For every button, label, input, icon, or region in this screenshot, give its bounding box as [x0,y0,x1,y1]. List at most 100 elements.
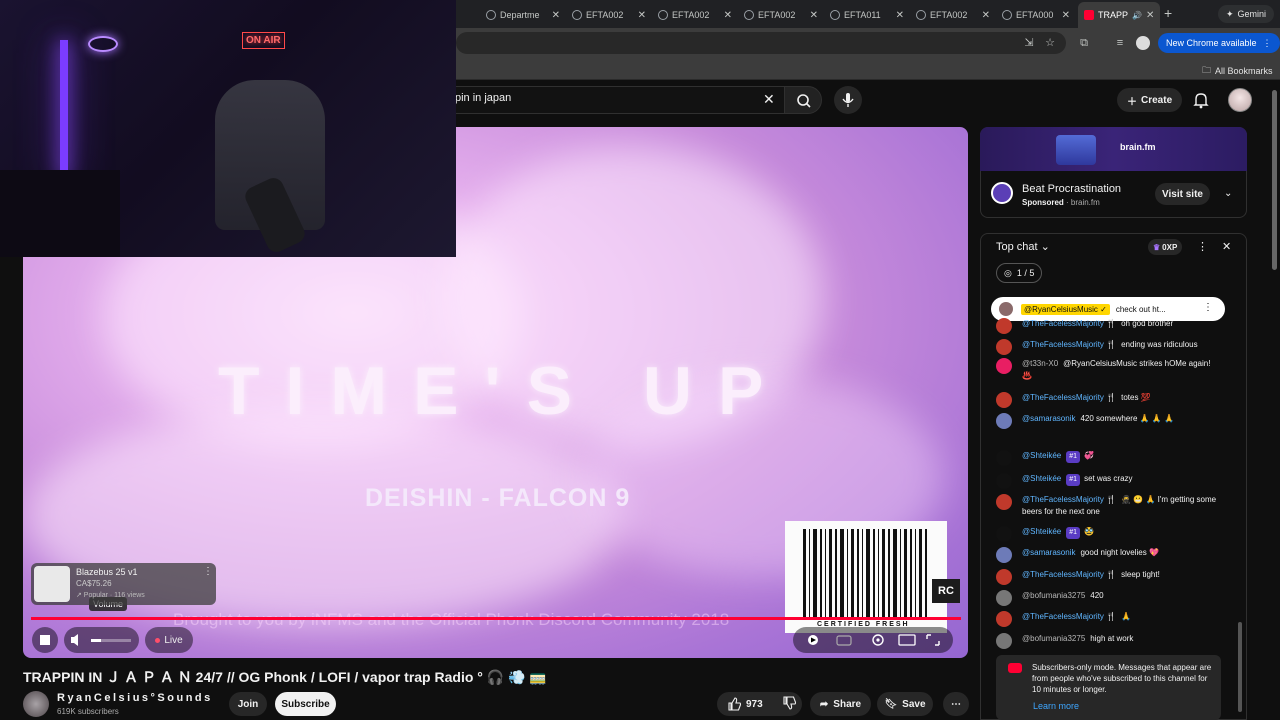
profile-icon[interactable] [1136,36,1150,50]
chat-message[interactable]: @TheFacelessMajority 🍴 totes 💯 [996,392,1221,408]
browser-tab[interactable]: EFTA000 ✕ [996,4,1076,26]
gemini-button[interactable]: ✦ Gemini [1218,5,1275,23]
xp-badge[interactable]: ♛ 0XP [1148,239,1183,255]
speaker-icon[interactable]: 🔊 [1132,11,1142,20]
chat-message[interactable]: @Shteikée #1 set was crazy [996,473,1221,489]
close-tab-icon[interactable]: ✕ [1062,10,1070,21]
chat-author[interactable]: @Shteikée [1022,451,1061,460]
learn-more-link[interactable]: Learn more [1033,701,1079,711]
avatar [996,318,1012,334]
chat-author[interactable]: @TheFacelessMajority 🍴 [1022,495,1116,504]
chat-author[interactable]: @TheFacelessMajority 🍴 [1022,393,1116,402]
subscribe-button[interactable]: Subscribe [275,692,336,716]
close-tab-icon[interactable]: ✕ [896,10,904,21]
search-query: pin in japan [455,92,512,104]
avatar [996,339,1012,355]
create-button[interactable]: ＋ Create [1117,88,1183,112]
search-button[interactable] [784,86,822,114]
page-scrollbar[interactable] [1272,90,1277,270]
chat-message[interactable]: @TheFacelessMajority 🍴 oh god brother [996,318,1221,334]
chat-author[interactable]: @Shteikée [1022,527,1061,536]
chat-author[interactable]: @samarasonik [1022,414,1075,423]
avatar [999,302,1013,316]
product-price: CA$75.26 [76,579,112,588]
browser-tab[interactable]: EFTA002 ✕ [652,4,738,26]
member-badge: #1 [1066,451,1081,463]
close-tab-icon[interactable]: ✕ [810,10,818,21]
more-vert-icon[interactable]: ⋮ [1197,240,1208,253]
chat-message[interactable]: @TheFacelessMajority 🍴 sleep tight! [996,569,1221,585]
save-button[interactable]: 🔖︎ Save [877,692,933,716]
browser-tab[interactable]: EFTA011 ✕ [824,4,910,26]
globe-icon [572,10,582,20]
close-tab-icon[interactable]: ✕ [724,10,732,21]
chat-message[interactable]: @bofumania3275 high at work [996,633,1221,649]
close-chat-icon[interactable]: ✕ [1222,240,1231,253]
install-icon[interactable]: ⇲ [1022,36,1036,50]
extensions-icon[interactable]: ⧉ [1077,36,1091,50]
chat-text: 420 somewhere 🙏 🙏 🙏 [1080,414,1174,423]
close-tab-icon[interactable]: ✕ [982,10,990,21]
join-button[interactable]: Join [229,692,267,716]
chat-message[interactable]: @Shteikée #1 🥸 [996,526,1221,542]
channel-avatar[interactable] [23,691,49,717]
close-tab-icon[interactable]: ✕ [638,10,646,21]
reading-list-icon[interactable]: ≡ [1113,36,1127,50]
chat-scrollbar[interactable] [1238,622,1242,712]
browser-tab[interactable]: Departme ✕ [480,4,566,26]
all-bookmarks-button[interactable]: 🗀 All Bookmarks [1202,63,1273,79]
chat-author[interactable]: @samarasonik [1022,548,1075,557]
chat-author[interactable]: @t33n-X0 [1022,359,1058,368]
chat-message[interactable]: @bofumania3275 420 [996,590,1221,606]
clear-search-icon[interactable]: ✕ [763,91,775,108]
ad-banner[interactable]: brain.fm [980,127,1247,171]
more-horiz-icon: ⋯ [951,698,961,710]
account-avatar[interactable] [1228,88,1252,112]
more-actions-button[interactable]: ⋯ [943,692,969,716]
notifications-bell-icon[interactable] [1192,91,1210,109]
chevron-down-icon[interactable]: ⌄ [1224,188,1232,199]
voice-search-button[interactable] [834,86,862,114]
chat-message[interactable]: @samarasonik good night lovelies 💖 [996,547,1221,563]
chat-message[interactable]: @TheFacelessMajority 🍴 🙏 [996,611,1221,627]
chat-message[interactable]: @t33n-X0 @RyanCelsiusMusic strikes hOMe a… [996,358,1221,382]
ad-title[interactable]: Beat Procrastination [1022,183,1121,195]
more-vert-icon[interactable]: ⋮ [1203,302,1213,313]
live-button[interactable]: Live [145,627,193,653]
chat-author[interactable]: @TheFacelessMajority 🍴 [1022,340,1116,349]
more-vert-icon[interactable]: ⋮ [203,566,213,577]
stop-button[interactable] [32,627,58,653]
chat-message[interactable]: @Shteikée #1 💞 [996,450,1221,466]
poll-badge[interactable]: ◎ 1 / 5 [996,263,1043,283]
chat-author[interactable]: @bofumania3275 [1022,591,1085,600]
browser-tab-active[interactable]: TRAPP 🔊 ✕ [1078,2,1160,28]
chat-author[interactable]: @Shteikée [1022,474,1061,483]
browser-tab[interactable]: EFTA002 ✕ [566,4,652,26]
globe-icon [1002,10,1012,20]
close-tab-icon[interactable]: ✕ [552,10,560,21]
channel-name[interactable]: RyanCelsius°Sounds [57,692,213,704]
thumbs-down-icon[interactable] [782,695,796,713]
visit-site-button[interactable]: Visit site [1155,183,1210,205]
like-button[interactable]: 973 [717,692,802,716]
chat-author[interactable]: @TheFacelessMajority 🍴 [1022,612,1116,621]
speaker-icon[interactable] [64,627,90,653]
browser-tab[interactable]: EFTA002 ✕ [910,4,996,26]
chat-author[interactable]: @TheFacelessMajority 🍴 [1022,570,1116,579]
new-tab-button[interactable]: + [1164,5,1172,21]
chat-mode-selector[interactable]: Top chat ⌄ [996,240,1050,253]
avatar [996,590,1012,606]
chat-author[interactable]: @TheFacelessMajority 🍴 [1022,319,1116,328]
share-button[interactable]: ➦ Share [810,692,871,716]
update-chrome-button[interactable]: New Chrome available ⋮ [1158,33,1280,53]
chat-message[interactable]: @TheFacelessMajority 🍴 🥷 😬 🙏 I'm getting … [996,494,1221,518]
address-bar[interactable] [456,32,1066,54]
live-progress-bar[interactable] [31,617,961,620]
browser-tab[interactable]: EFTA002 ✕ [738,4,824,26]
chat-message[interactable]: @samarasonik 420 somewhere 🙏 🙏 🙏 [996,413,1221,429]
chat-author[interactable]: @bofumania3275 [1022,634,1085,643]
chat-message[interactable]: @TheFacelessMajority 🍴 ending was ridicul… [996,339,1221,355]
volume-slider-fill [91,639,101,642]
close-tab-icon[interactable]: ✕ [1146,10,1154,21]
bookmark-star-icon[interactable]: ☆ [1043,36,1057,50]
